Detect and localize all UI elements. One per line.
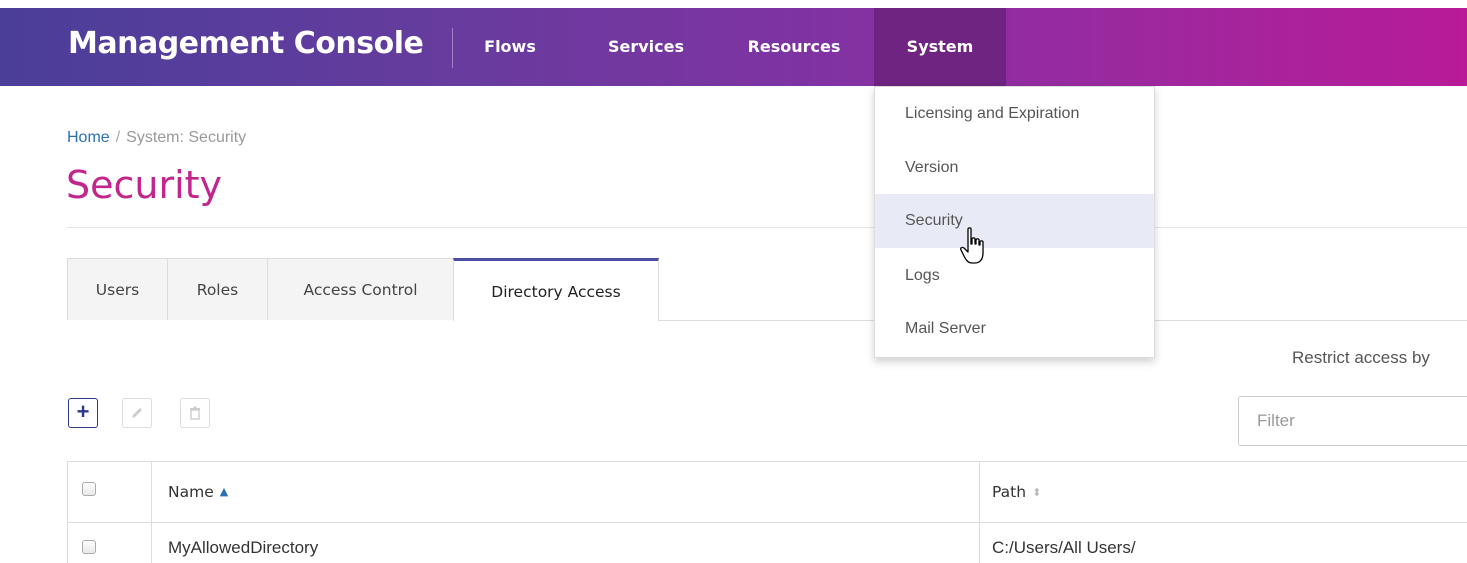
tab-directory-access[interactable]: Directory Access	[453, 258, 659, 321]
tab-roles[interactable]: Roles	[167, 258, 268, 320]
nav-item-resources[interactable]: Resources	[728, 8, 860, 86]
directory-path: C:/Users/All Users/	[992, 538, 1136, 557]
system-dropdown-menu: Licensing and Expiration Version Securit…	[874, 86, 1155, 358]
nav-item-services[interactable]: Services	[584, 8, 708, 86]
header-checkbox-cell	[67, 462, 151, 522]
header-path-cell[interactable]: Path ⬍	[979, 462, 1467, 522]
row-path-cell: C:/Users/All Users/	[979, 523, 1467, 563]
directory-access-table: Name ▲ Path ⬍ MyAllowedDirectory C:/Users/…	[67, 461, 1467, 563]
delete-button[interactable]	[180, 398, 210, 428]
column-header-path[interactable]: Path	[992, 483, 1026, 501]
plus-icon: +	[76, 399, 90, 424]
top-navigation-bar: Management Console Flows Services Resour…	[0, 0, 1467, 86]
row-checkbox-cell	[67, 523, 151, 563]
table-row[interactable]: MyAllowedDirectory C:/Users/All Users/	[67, 523, 1467, 563]
nav-item-flows[interactable]: Flows	[470, 8, 550, 86]
menu-item-logs[interactable]: Logs	[875, 249, 1154, 303]
restrict-access-text: Restrict access by	[1292, 348, 1430, 367]
sort-unsorted-icon[interactable]: ⬍	[1032, 486, 1041, 499]
breadcrumb: Home / System: Security	[67, 129, 246, 147]
table-header-row: Name ▲ Path ⬍	[67, 462, 1467, 523]
page-title: Security	[66, 163, 223, 207]
app-title[interactable]: Management Console	[68, 26, 424, 61]
nav-item-system[interactable]: System	[874, 8, 1006, 86]
menu-item-security[interactable]: Security	[875, 194, 1154, 248]
trash-icon	[190, 406, 200, 420]
pencil-icon	[132, 408, 142, 418]
hand-pointer-cursor-icon	[960, 227, 984, 264]
nav-divider	[452, 28, 453, 68]
select-all-checkbox[interactable]	[82, 482, 96, 496]
directory-name: MyAllowedDirectory	[168, 538, 319, 557]
tab-access-control[interactable]: Access Control	[267, 258, 454, 320]
sort-ascending-icon[interactable]: ▲	[220, 485, 228, 498]
add-button[interactable]: +	[68, 398, 98, 428]
tab-users[interactable]: Users	[67, 258, 168, 320]
menu-item-mail-server[interactable]: Mail Server	[875, 302, 1154, 356]
header-name-cell[interactable]: Name ▲	[151, 462, 979, 522]
title-divider	[67, 227, 1467, 228]
breadcrumb-home-link[interactable]: Home	[67, 129, 110, 146]
column-header-name[interactable]: Name	[168, 483, 214, 501]
breadcrumb-separator: /	[115, 129, 121, 146]
menu-item-version[interactable]: Version	[875, 141, 1154, 195]
row-name-cell: MyAllowedDirectory	[151, 523, 979, 563]
edit-button[interactable]	[122, 398, 152, 428]
breadcrumb-current: System: Security	[126, 129, 247, 146]
filter-input[interactable]	[1238, 396, 1467, 446]
menu-item-licensing-and-expiration[interactable]: Licensing and Expiration	[875, 87, 1154, 141]
row-checkbox[interactable]	[82, 540, 96, 554]
